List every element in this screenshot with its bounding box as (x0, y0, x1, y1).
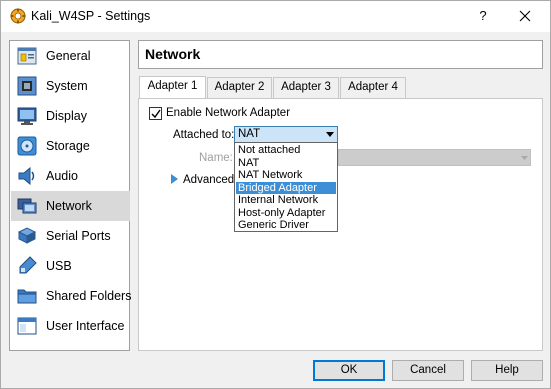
tab-adapter-3[interactable]: Adapter 3 (273, 77, 339, 98)
general-icon (17, 47, 37, 65)
sidebar-item-label: Display (46, 109, 87, 123)
dropdown-option-internal-network[interactable]: Internal Network (236, 194, 336, 207)
tab-adapter-4[interactable]: Adapter 4 (340, 77, 406, 98)
storage-icon (17, 136, 37, 156)
sidebar-item-storage[interactable]: Storage (11, 131, 130, 161)
audio-icon (18, 166, 35, 186)
title-bar: Kali_W4SP - Settings ? (1, 1, 550, 32)
attached-to-select[interactable]: NAT (234, 126, 338, 143)
tab-adapter-1[interactable]: Adapter 1 (139, 76, 206, 99)
settings-sidebar: General System Display Storage Audio Net… (9, 40, 132, 351)
enable-adapter-label[interactable]: Enable Network Adapter (166, 107, 290, 119)
name-label: Name: (199, 152, 233, 164)
sidebar-item-general[interactable]: General (11, 41, 130, 71)
virtualbox-app-icon (10, 8, 26, 24)
ok-button[interactable]: OK (313, 360, 385, 381)
sidebar-item-shared-folders[interactable]: Shared Folders (11, 281, 132, 311)
sidebar-item-label: Storage (46, 139, 90, 153)
attached-to-label: Attached to: (173, 129, 235, 141)
page-title: Network (145, 46, 201, 62)
sidebar-item-label: Network (46, 199, 92, 213)
sidebar-item-usb[interactable]: USB (11, 251, 130, 281)
dropdown-option-generic-driver[interactable]: Generic Driver (236, 219, 336, 232)
sidebar-item-system[interactable]: System (11, 71, 130, 101)
chevron-down-icon (521, 156, 528, 160)
dropdown-option-nat[interactable]: NAT (236, 157, 336, 170)
sidebar-item-label: User Interface (46, 319, 125, 333)
help-icon[interactable]: ? (473, 6, 493, 26)
attached-to-dropdown-list: Not attached NAT NAT Network Bridged Ada… (234, 142, 338, 232)
dropdown-option-nat-network[interactable]: NAT Network (236, 169, 336, 182)
sidebar-item-audio[interactable]: Audio (11, 161, 130, 191)
user-interface-icon (17, 317, 37, 335)
shared-folders-icon (17, 289, 37, 304)
enable-adapter-checkbox[interactable] (149, 107, 162, 120)
display-icon (17, 107, 37, 125)
dropdown-option-host-only-adapter[interactable]: Host-only Adapter (236, 207, 336, 220)
dropdown-option-bridged-adapter[interactable]: Bridged Adapter (236, 181, 336, 194)
help-button[interactable]: Help (471, 360, 543, 381)
cancel-button[interactable]: Cancel (392, 360, 464, 381)
sidebar-item-label: Audio (46, 169, 78, 183)
sidebar-item-label: General (46, 49, 91, 63)
sidebar-item-user-interface[interactable]: User Interface (11, 311, 130, 341)
close-icon[interactable] (513, 6, 537, 26)
serial-ports-icon (17, 227, 37, 244)
tab-adapter-2[interactable]: Adapter 2 (207, 77, 272, 98)
sidebar-item-label: System (46, 79, 88, 93)
section-header: Network (138, 40, 543, 69)
expand-arrow-icon[interactable] (171, 174, 179, 184)
attached-to-value: NAT (238, 128, 261, 140)
chevron-down-icon (326, 132, 334, 137)
dropdown-option-not-attached[interactable]: Not attached (236, 144, 336, 157)
checkmark-icon (151, 109, 161, 119)
advanced-toggle-label[interactable]: Advanced (183, 174, 234, 186)
name-select (338, 149, 531, 166)
sidebar-item-network[interactable]: Network (11, 191, 130, 221)
sidebar-item-serial-ports[interactable]: Serial Ports (11, 221, 130, 251)
sidebar-item-display[interactable]: Display (11, 101, 130, 131)
system-icon (17, 76, 37, 96)
usb-icon (19, 256, 37, 274)
window-title: Kali_W4SP - Settings (31, 9, 151, 23)
sidebar-item-label: Shared Folders (46, 289, 132, 303)
settings-window: Kali_W4SP - Settings ? General System Di… (0, 0, 551, 389)
sidebar-item-label: Serial Ports (46, 229, 111, 243)
network-icon (17, 198, 37, 214)
sidebar-item-label: USB (46, 259, 72, 273)
